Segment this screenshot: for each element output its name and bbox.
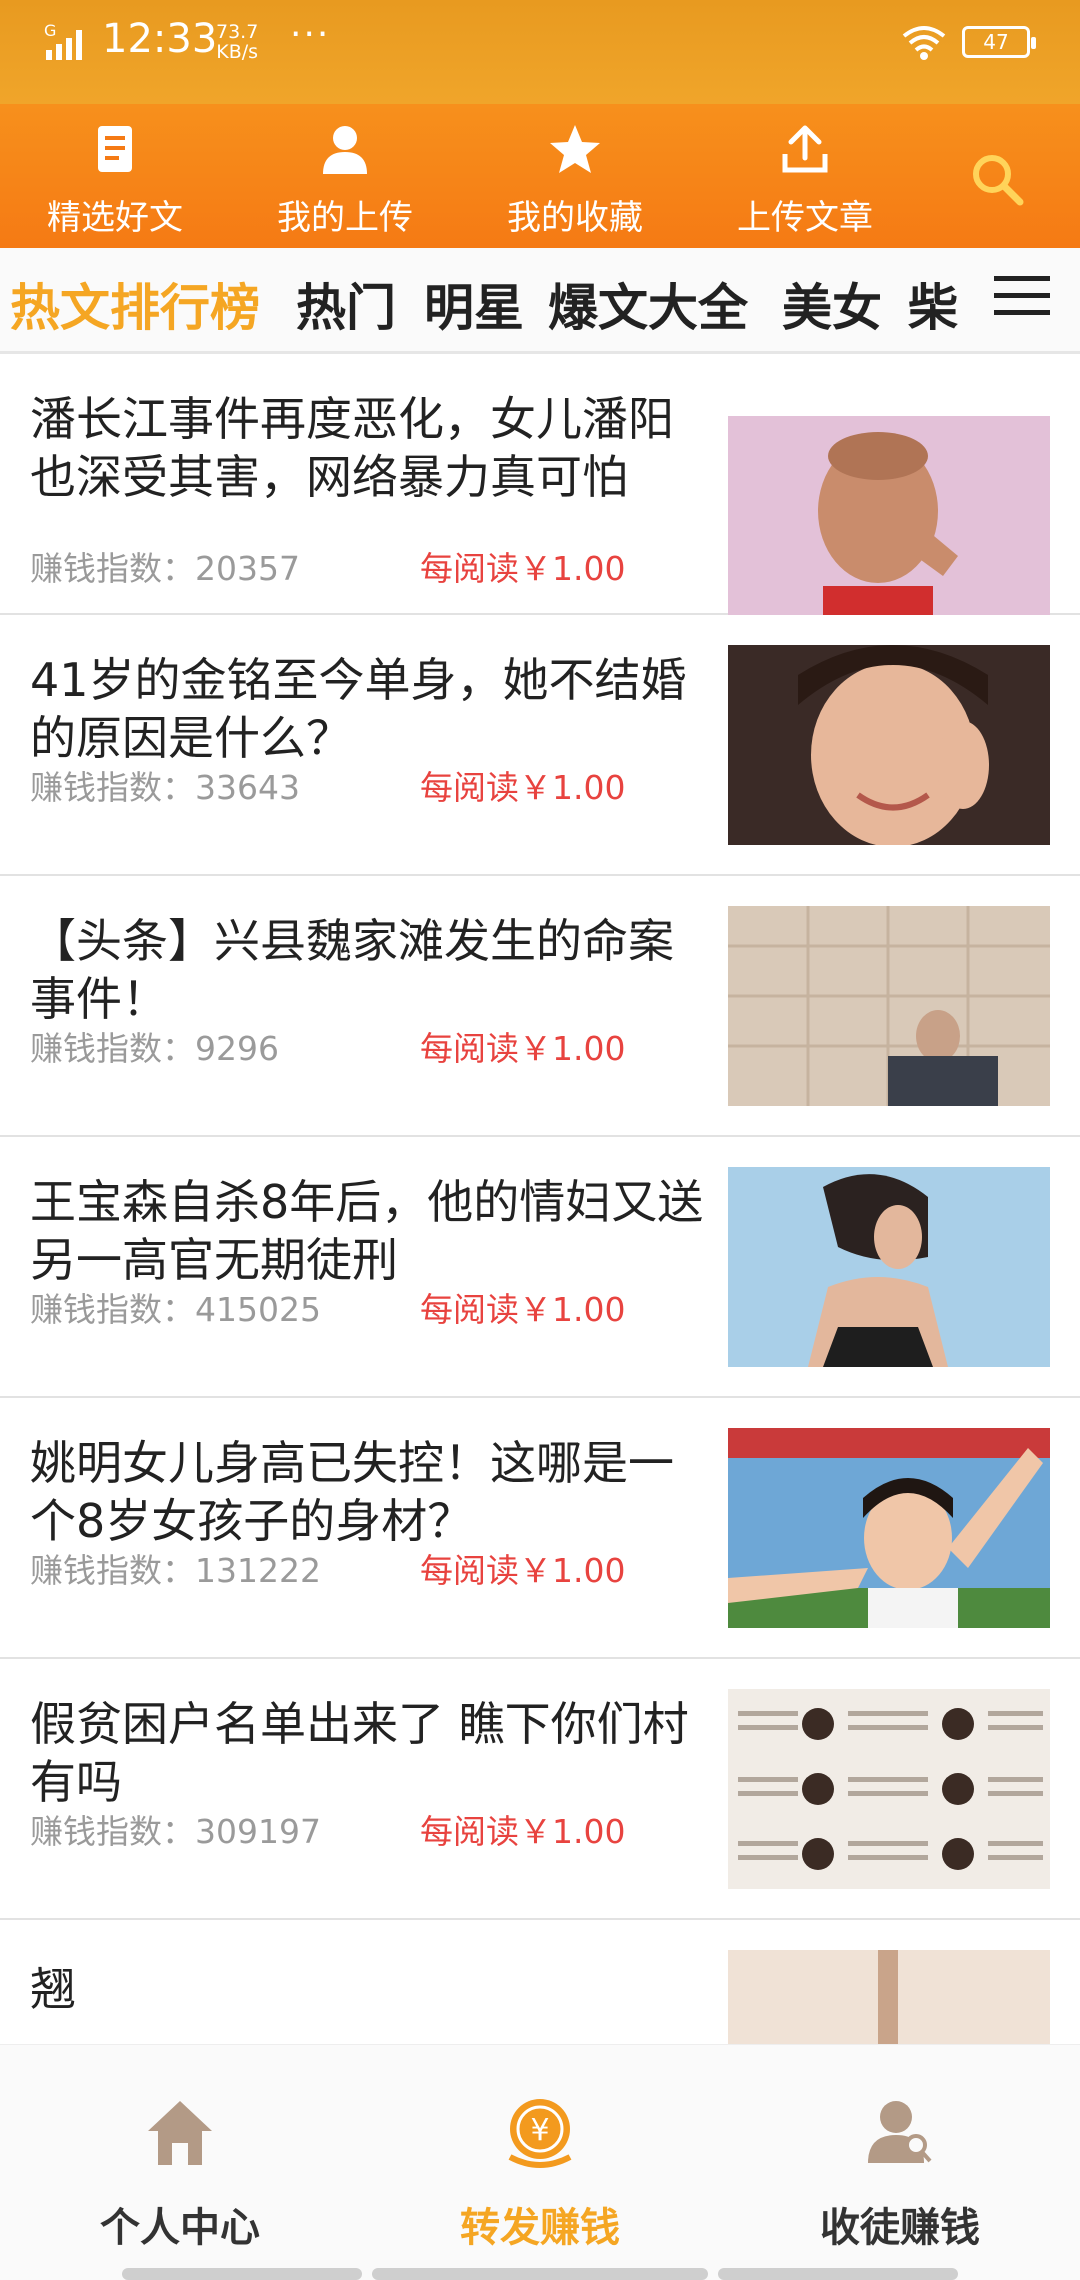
earning-index: 赚钱指数：9296 bbox=[30, 1022, 279, 1070]
svg-text:¥: ¥ bbox=[530, 2113, 549, 2148]
earning-index-label: 赚钱指数： bbox=[30, 1029, 195, 1068]
price-per-read: 每阅读￥1.00 bbox=[420, 1551, 626, 1590]
nav-my-favorites[interactable]: 我的收藏 bbox=[460, 104, 690, 248]
network-speed-value: 73.7 bbox=[216, 21, 259, 43]
nav-upload-article[interactable]: 上传文章 bbox=[690, 104, 920, 248]
article-thumbnail bbox=[728, 906, 1050, 1106]
tab-hot-ranking[interactable]: 热文排行榜 bbox=[10, 268, 260, 340]
nav-label: 我的上传 bbox=[277, 198, 413, 238]
article-item[interactable]: 【头条】兴县魏家滩发生的命案事件！ 赚钱指数：9296 每阅读￥1.00 bbox=[0, 876, 1080, 1137]
earning-index: 赚钱指数：131222 bbox=[30, 1544, 321, 1592]
star-icon bbox=[550, 125, 600, 173]
bottom-tab-bar: 个人中心 ¥ 转发赚钱 收徒赚钱 bbox=[0, 2044, 1080, 2280]
nav-my-uploads[interactable]: 我的上传 bbox=[230, 104, 460, 248]
more-notifications-icon: ··· bbox=[290, 14, 331, 55]
article-item[interactable]: 41岁的金铭至今单身，她不结婚的原因是什么？ 赚钱指数：33643 每阅读￥1.… bbox=[0, 615, 1080, 876]
wifi-icon bbox=[902, 26, 946, 60]
earning-index-label: 赚钱指数： bbox=[30, 549, 195, 588]
price-per-read: 每阅读￥1.00 bbox=[420, 1290, 626, 1329]
tab-more-category[interactable]: 柴 bbox=[908, 268, 958, 340]
earning-index-value: 415025 bbox=[195, 1290, 321, 1329]
signal-icon: G bbox=[44, 22, 82, 60]
price-per-read: 每阅读￥1.00 bbox=[420, 549, 626, 588]
earning-index-value: 309197 bbox=[195, 1812, 321, 1851]
earning-index: 赚钱指数：20357 bbox=[30, 542, 300, 590]
article-title: 翘 bbox=[30, 1962, 76, 2016]
search-icon[interactable] bbox=[968, 150, 1026, 208]
home-icon bbox=[148, 2101, 212, 2165]
tab-label: 收徒赚钱 bbox=[820, 2205, 980, 2251]
earning-index-label: 赚钱指数： bbox=[30, 1551, 195, 1590]
signal-type-label: G bbox=[44, 22, 56, 40]
gesture-bar-right bbox=[718, 2268, 958, 2280]
article-thumbnail bbox=[728, 1950, 1050, 2044]
earning-index-value: 9296 bbox=[195, 1029, 279, 1068]
article-item[interactable]: 姚明女儿身高已失控！这哪是一个8岁女孩子的身材？ 赚钱指数：131222 每阅读… bbox=[0, 1398, 1080, 1659]
category-tabs: 热文排行榜 热门 明星 爆文大全 美女 柴 bbox=[0, 248, 1080, 354]
tab-label: 转发赚钱 bbox=[460, 2205, 620, 2251]
earning-index-label: 赚钱指数： bbox=[30, 768, 195, 807]
network-speed: 73.7 KB/s bbox=[216, 22, 258, 62]
earning-index-value: 131222 bbox=[195, 1551, 321, 1590]
nav-label: 我的收藏 bbox=[507, 198, 643, 238]
status-time: 12:33 bbox=[102, 16, 218, 62]
tab-beauty[interactable]: 美女 bbox=[782, 268, 882, 340]
article-title: 【头条】兴县魏家滩发生的命案事件！ bbox=[30, 914, 674, 1026]
earning-index-value: 20357 bbox=[195, 549, 300, 588]
tab-personal-center[interactable]: 个人中心 bbox=[30, 2065, 330, 2255]
article-title: 姚明女儿身高已失控！这哪是一个8岁女孩子的身材？ bbox=[30, 1436, 674, 1548]
price-per-read: 每阅读￥1.00 bbox=[420, 768, 626, 807]
nav-label: 精选好文 bbox=[47, 198, 183, 238]
tab-viral-collection[interactable]: 爆文大全 bbox=[548, 268, 748, 340]
article-title: 假贫困户名单出来了 瞧下你们村有吗 bbox=[30, 1697, 689, 1809]
tab-share-earn[interactable]: ¥ 转发赚钱 bbox=[390, 2065, 690, 2255]
earning-index-label: 赚钱指数： bbox=[30, 1290, 195, 1329]
upload-icon bbox=[782, 125, 828, 173]
price-per-read: 每阅读￥1.00 bbox=[420, 1812, 626, 1851]
article-thumbnail bbox=[728, 1689, 1050, 1889]
article-title: 41岁的金铭至今单身，她不结婚的原因是什么？ bbox=[30, 653, 687, 765]
nav-featured-articles[interactable]: 精选好文 bbox=[0, 104, 230, 248]
earning-index: 赚钱指数：309197 bbox=[30, 1805, 321, 1853]
article-item[interactable]: 潘长江事件再度恶化，女儿潘阳也深受其害，网络暴力真可怕 赚钱指数：20357 每… bbox=[0, 354, 1080, 616]
article-feed: 潘长江事件再度恶化，女儿潘阳也深受其害，网络暴力真可怕 赚钱指数：20357 每… bbox=[0, 354, 1080, 2044]
gesture-bar-center bbox=[372, 2268, 708, 2280]
tab-recruit-earn[interactable]: 收徒赚钱 bbox=[750, 2065, 1050, 2255]
yuan-coin-icon: ¥ bbox=[508, 2099, 572, 2168]
nav-label: 上传文章 bbox=[737, 198, 873, 238]
gesture-bar-left bbox=[122, 2268, 362, 2280]
earning-index-label: 赚钱指数： bbox=[30, 1812, 195, 1851]
article-thumbnail bbox=[728, 645, 1050, 845]
network-speed-unit: KB/s bbox=[216, 41, 259, 63]
top-nav: 精选好文 我的上传 我的收藏 上传文章 bbox=[0, 104, 1080, 248]
article-icon bbox=[98, 126, 132, 172]
battery-icon: 47 bbox=[962, 26, 1036, 58]
tab-celebrity[interactable]: 明星 bbox=[424, 268, 524, 340]
user-icon bbox=[323, 126, 367, 174]
earning-index-value: 33643 bbox=[195, 768, 300, 807]
article-title: 王宝森自杀8年后，他的情妇又送另一高官无期徒刑 bbox=[30, 1175, 704, 1287]
article-item[interactable]: 翘 bbox=[0, 1920, 1080, 2044]
article-item[interactable]: 假贫困户名单出来了 瞧下你们村有吗 赚钱指数：309197 每阅读￥1.00 bbox=[0, 1659, 1080, 1920]
earning-index: 赚钱指数：33643 bbox=[30, 761, 300, 809]
user-search-icon bbox=[868, 2101, 932, 2163]
tab-label: 个人中心 bbox=[100, 2205, 260, 2251]
article-item[interactable]: 王宝森自杀8年后，他的情妇又送另一高官无期徒刑 赚钱指数：415025 每阅读￥… bbox=[0, 1137, 1080, 1398]
earning-index: 赚钱指数：415025 bbox=[30, 1283, 321, 1331]
article-thumbnail bbox=[728, 1428, 1050, 1628]
article-thumbnail bbox=[728, 1167, 1050, 1367]
article-title: 潘长江事件再度恶化，女儿潘阳也深受其害，网络暴力真可怕 bbox=[30, 392, 674, 504]
tab-popular[interactable]: 热门 bbox=[296, 268, 396, 340]
article-thumbnail bbox=[728, 416, 1050, 616]
status-bar: G 12:33 73.7 KB/s ··· 47 bbox=[0, 0, 1080, 104]
menu-icon[interactable] bbox=[994, 272, 1050, 320]
price-per-read: 每阅读￥1.00 bbox=[420, 1029, 626, 1068]
